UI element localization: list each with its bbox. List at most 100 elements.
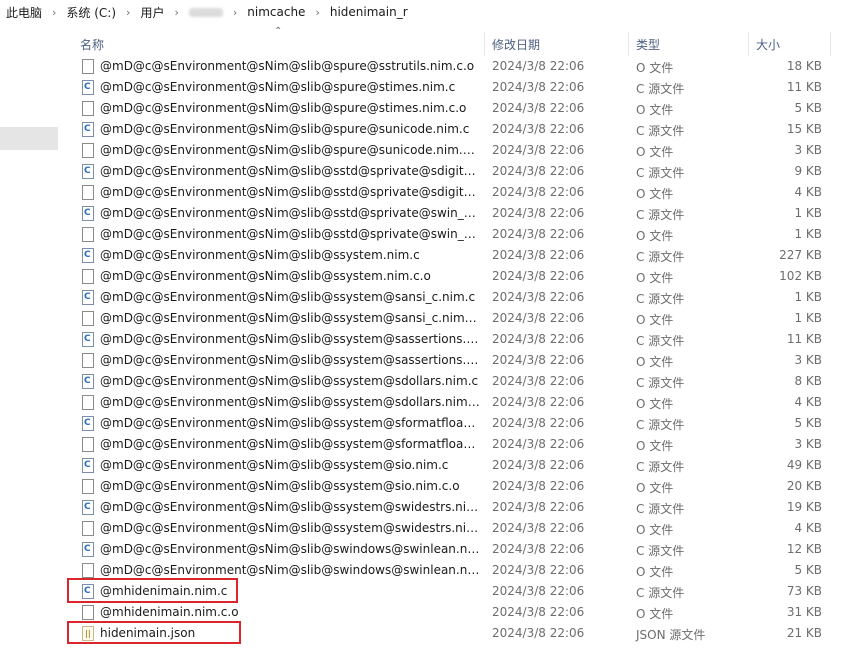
file-row[interactable]: @mD@c@sEnvironment@sNim@slib@sstd@spriva… <box>58 182 859 203</box>
file-type: O 文件 <box>636 103 674 117</box>
file-row[interactable]: @mD@c@sEnvironment@sNim@slib@ssystem@sdo… <box>58 392 859 413</box>
o-file-icon <box>82 311 95 326</box>
file-name: @mD@c@sEnvironment@sNim@slib@ssystem@sdo… <box>100 374 479 388</box>
file-row[interactable]: @mD@c@sEnvironment@sNim@slib@ssystem@sas… <box>58 350 859 371</box>
file-name: @mD@c@sEnvironment@sNim@slib@ssystem@swi… <box>100 521 480 535</box>
file-row[interactable]: C @mD@c@sEnvironment@sNim@slib@ssystem@sa… <box>58 287 859 308</box>
breadcrumb-separator: › <box>315 5 320 19</box>
file-row[interactable]: C @mD@c@sEnvironment@sNim@slib@swindows@s… <box>58 539 859 560</box>
file-name: @mD@c@sEnvironment@sNim@slib@sstd@spriva… <box>100 206 480 220</box>
column-divider[interactable] <box>628 32 629 56</box>
file-row[interactable]: @mD@c@sEnvironment@sNim@slib@spure@sunic… <box>58 140 859 161</box>
o-file-icon <box>82 437 95 452</box>
file-row[interactable]: @mD@c@sEnvironment@sNim@slib@swindows@sw… <box>58 560 859 581</box>
file-row[interactable]: @mD@c@sEnvironment@sNim@slib@sstd@spriva… <box>58 224 859 245</box>
file-row[interactable]: || hidenimain.json 2024/3/8 22:06 JSON 源文件 2… <box>58 623 859 644</box>
file-type: C 源文件 <box>636 292 685 306</box>
file-row[interactable]: @mD@c@sEnvironment@sNim@slib@ssystem.nim… <box>58 266 859 287</box>
breadcrumb-item-current-folder[interactable]: hidenimain_r <box>330 5 408 19</box>
file-modified-date: 2024/3/8 22:06 <box>492 332 585 346</box>
file-modified-date: 2024/3/8 22:06 <box>492 479 585 493</box>
breadcrumb-item-username-redacted[interactable]: › <box>188 6 247 19</box>
file-name: @mD@c@sEnvironment@sNim@slib@sstd@spriva… <box>100 164 480 178</box>
file-size: 227 KB <box>779 248 822 262</box>
c-file-icon: C <box>82 164 95 179</box>
file-name: @mD@c@sEnvironment@sNim@slib@sstd@spriva… <box>100 185 480 199</box>
c-file-icon: C <box>82 542 95 557</box>
file-type: O 文件 <box>636 481 674 495</box>
file-row[interactable]: C @mhidenimain.nim.c 2024/3/8 22:06 C 源文件 73… <box>58 581 859 602</box>
file-size: 12 KB <box>786 542 822 556</box>
column-divider[interactable] <box>484 32 485 56</box>
file-modified-date: 2024/3/8 22:06 <box>492 101 585 115</box>
file-name: @mD@c@sEnvironment@sNim@slib@ssystem@sas… <box>100 332 480 346</box>
breadcrumb: 此电脑 › 系统 (C:) › 用户 › › nimcache › hidenimain… <box>0 0 859 24</box>
o-file-icon <box>82 479 95 494</box>
file-row[interactable]: C @mD@c@sEnvironment@sNim@slib@spure@suni… <box>58 119 859 140</box>
file-row[interactable]: @mD@c@sEnvironment@sNim@slib@spure@stime… <box>58 98 859 119</box>
file-row[interactable]: C @mD@c@sEnvironment@sNim@slib@sstd@spriv… <box>58 161 859 182</box>
file-row[interactable]: C @mD@c@sEnvironment@sNim@slib@ssystem@sd… <box>58 371 859 392</box>
file-name: @mD@c@sEnvironment@sNim@slib@ssystem@san… <box>100 290 476 304</box>
file-type: C 源文件 <box>636 544 685 558</box>
file-row[interactable]: C @mD@c@sEnvironment@sNim@slib@ssystem@sf… <box>58 413 859 434</box>
column-header-modified[interactable]: 修改日期 <box>492 36 540 53</box>
json-file-icon: || <box>82 626 95 641</box>
file-modified-date: 2024/3/8 22:06 <box>492 290 585 304</box>
file-name: @mD@c@sEnvironment@sNim@slib@ssystem.nim… <box>100 248 420 262</box>
column-header-type[interactable]: 类型 <box>636 36 660 53</box>
file-type: O 文件 <box>636 61 674 75</box>
file-size: 1 KB <box>794 206 822 220</box>
file-row[interactable]: @mD@c@sEnvironment@sNim@slib@ssystem@san… <box>58 308 859 329</box>
file-type: C 源文件 <box>636 82 685 96</box>
file-row[interactable]: @mD@c@sEnvironment@sNim@slib@ssystem@sio… <box>58 476 859 497</box>
breadcrumb-item-nimcache[interactable]: nimcache › <box>247 5 330 19</box>
file-size: 3 KB <box>794 353 822 367</box>
file-name: @mD@c@sEnvironment@sNim@slib@spure@stime… <box>100 80 456 94</box>
navigation-selected-item[interactable] <box>0 127 58 150</box>
breadcrumb-item-users[interactable]: 用户 › <box>140 4 188 21</box>
file-modified-date: 2024/3/8 22:06 <box>492 122 585 136</box>
breadcrumb-item-this-pc[interactable]: 此电脑 › <box>6 4 66 21</box>
file-name: @mD@c@sEnvironment@sNim@slib@ssystem@sfo… <box>100 416 480 430</box>
file-row[interactable]: @mD@c@sEnvironment@sNim@slib@ssystem@sfo… <box>58 434 859 455</box>
file-row[interactable]: C @mD@c@sEnvironment@sNim@slib@sstd@spriv… <box>58 203 859 224</box>
file-row[interactable]: C @mD@c@sEnvironment@sNim@slib@ssystem@sw… <box>58 497 859 518</box>
file-row[interactable]: C @mD@c@sEnvironment@sNim@slib@ssystem.ni… <box>58 245 859 266</box>
file-size: 3 KB <box>794 143 822 157</box>
c-file-icon: C <box>82 122 95 137</box>
file-name: @mD@c@sEnvironment@sNim@slib@spure@stime… <box>100 101 467 115</box>
c-file-icon: C <box>82 374 95 389</box>
file-name: @mD@c@sEnvironment@sNim@slib@spure@sunic… <box>100 143 480 157</box>
file-row[interactable]: @mD@c@sEnvironment@sNim@slib@spure@sstru… <box>58 56 859 77</box>
column-divider[interactable] <box>748 32 749 56</box>
file-row[interactable]: C @mD@c@sEnvironment@sNim@slib@ssystem@sa… <box>58 329 859 350</box>
file-modified-date: 2024/3/8 22:06 <box>492 353 585 367</box>
file-name: @mhidenimain.nim.c.o <box>100 605 239 619</box>
c-file-icon: C <box>82 206 95 221</box>
file-row[interactable]: C @mD@c@sEnvironment@sNim@slib@spure@stim… <box>58 77 859 98</box>
file-row[interactable]: @mhidenimain.nim.c.o 2024/3/8 22:06 O 文件 31… <box>58 602 859 623</box>
file-modified-date: 2024/3/8 22:06 <box>492 584 585 598</box>
file-size: 102 KB <box>779 269 822 283</box>
breadcrumb-item-system-drive[interactable]: 系统 (C:) › <box>66 4 140 21</box>
file-modified-date: 2024/3/8 22:06 <box>492 416 585 430</box>
file-modified-date: 2024/3/8 22:06 <box>492 521 585 535</box>
o-file-icon <box>82 395 95 410</box>
file-row[interactable]: C @mD@c@sEnvironment@sNim@slib@ssystem@si… <box>58 455 859 476</box>
navigation-pane <box>0 24 58 654</box>
file-name: @mD@c@sEnvironment@sNim@slib@ssystem@sio… <box>100 479 460 493</box>
file-name: @mD@c@sEnvironment@sNim@slib@spure@sunic… <box>100 122 470 136</box>
file-size: 9 KB <box>794 164 822 178</box>
column-header-size[interactable]: 大小 <box>756 36 780 53</box>
file-row[interactable]: @mD@c@sEnvironment@sNim@slib@ssystem@swi… <box>58 518 859 539</box>
file-type: O 文件 <box>636 187 674 201</box>
column-divider[interactable] <box>830 32 831 56</box>
file-name: @mD@c@sEnvironment@sNim@slib@ssystem@sio… <box>100 458 449 472</box>
file-size: 11 KB <box>786 332 822 346</box>
o-file-icon <box>82 101 95 116</box>
column-header-name[interactable]: 名称 <box>80 36 104 53</box>
column-header: ⌃ 名称 修改日期 类型 大小 <box>58 24 859 56</box>
o-file-icon <box>82 521 95 536</box>
file-size: 11 KB <box>786 80 822 94</box>
